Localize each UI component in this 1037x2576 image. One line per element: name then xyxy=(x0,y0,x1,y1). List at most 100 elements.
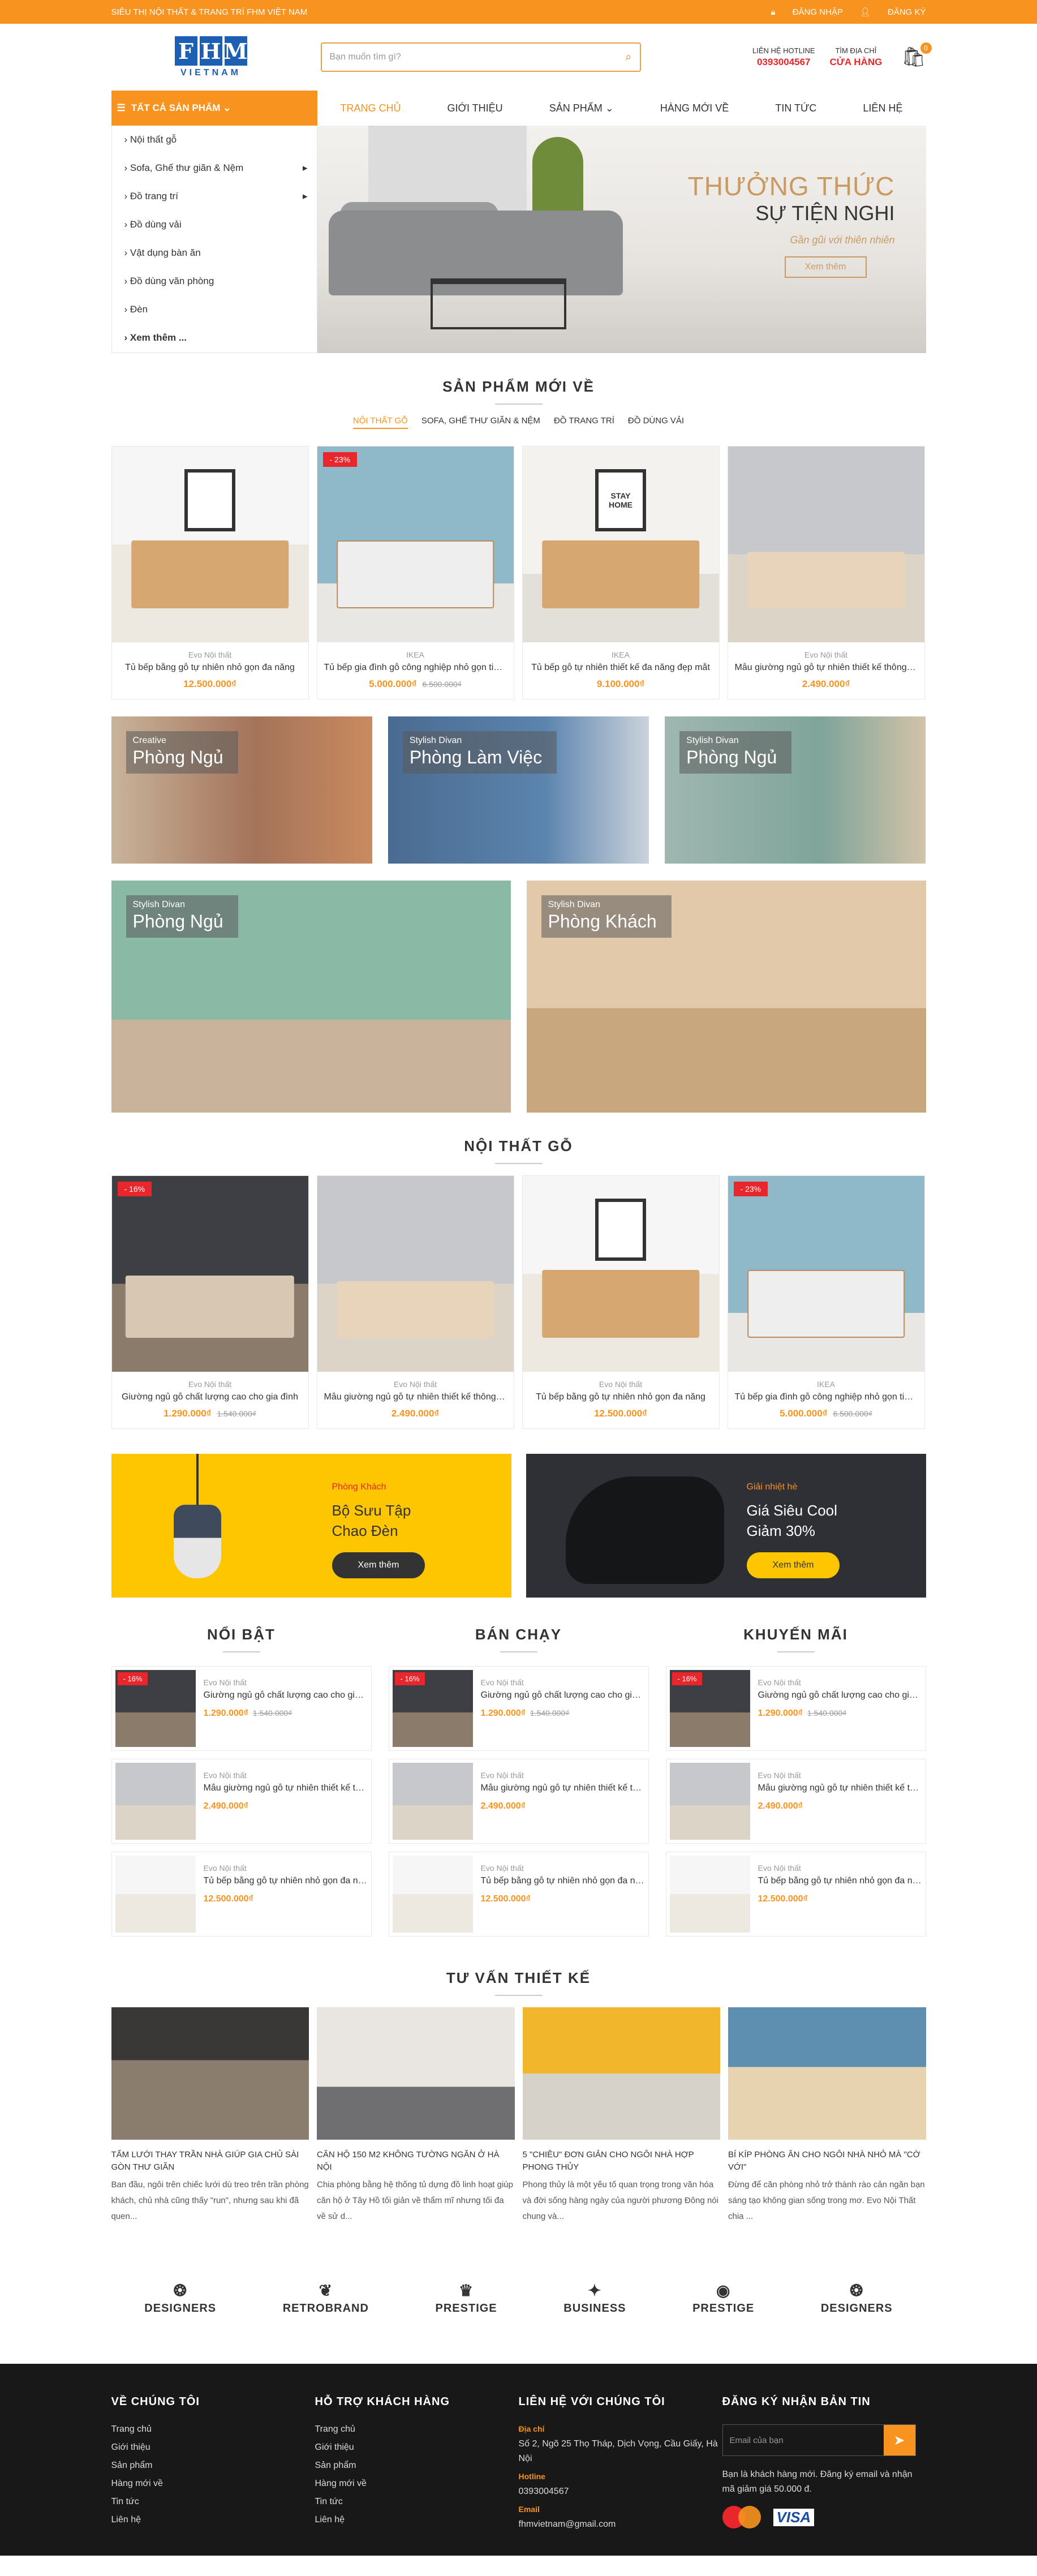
promos-1-big1: Giá Siêu Cool xyxy=(746,1502,837,1519)
room-banner-bedroom[interactable]: Creative Phòng Ngủ xyxy=(111,716,372,864)
list-item[interactable]: - 16% Evo Nội thất Giường ngủ gỗ chất lượn… xyxy=(665,1666,926,1751)
list-item[interactable]: Evo Nội thất Mẫu giường ngủ gỗ tự nhiên t… xyxy=(111,1759,372,1844)
category-item[interactable]: › Vật dụng bàn ăn xyxy=(112,239,317,267)
tab-sofa[interactable]: SOFA, GHẾ THƯ GIÃN & NỆM xyxy=(421,416,540,429)
product-name: Tủ bếp gia đình gỗ công nghiệp nhỏ gọn t… xyxy=(734,1392,918,1402)
new-products-items-3-brand: Evo Nội thất xyxy=(804,650,848,659)
category-item[interactable]: › Nội thất gỗ xyxy=(112,126,317,154)
login-link[interactable]: 🔒︎ ĐĂNG NHẬP xyxy=(771,7,843,17)
news-card[interactable]: BÍ KÍP PHÒNG ĂN CHO NGÔI NHÀ NHỎ MÀ "CỜ … xyxy=(728,2007,926,2225)
category-more[interactable]: › Xem thêm ... xyxy=(112,324,317,352)
old-price: 6.500.000₫ xyxy=(422,680,462,689)
lists-1-items-2-brand: Evo Nội thất xyxy=(480,1864,524,1873)
footer-link[interactable]: Giới thiệu xyxy=(111,2442,315,2453)
sale-badge: - 16% xyxy=(117,1182,152,1196)
menu-about[interactable]: GIỚI THIỆU xyxy=(447,102,503,114)
topbar-login: ĐĂNG NHẬP xyxy=(792,7,843,17)
product-card[interactable]: - 16% Evo Nội thất Giường ngủ gỗ chất lư… xyxy=(111,1175,309,1429)
lists-2-items-1-price: 2.490.000₫ xyxy=(758,1801,803,1811)
footer-link[interactable]: Hàng mới về xyxy=(111,2479,315,2489)
footer-link[interactable]: Liên hệ xyxy=(111,2515,315,2525)
category-item[interactable]: › Đồ dùng văn phòng xyxy=(112,267,317,295)
footer-link[interactable]: Giới thiệu xyxy=(315,2442,519,2453)
footer-email[interactable]: fhmvietnam@gmail.com xyxy=(519,2517,722,2532)
footer-link[interactable]: Tin tức xyxy=(111,2497,315,2507)
news-items-0-desc: Ban đầu, ngôi trên chiếc lưới dù treo tr… xyxy=(111,2180,309,2221)
site-logo[interactable]: FHM VIETNAM xyxy=(167,29,255,85)
footer-link[interactable]: Hàng mới về xyxy=(315,2479,519,2489)
hotline-contact[interactable]: LIÊN HỆ HOTLINE 0393004567 xyxy=(752,46,815,68)
footer-link[interactable]: Trang chủ xyxy=(111,2424,315,2435)
room-banner-bedroom-large[interactable]: Stylish Divan Phòng Ngủ xyxy=(111,881,511,1113)
promo-button[interactable]: Xem thêm xyxy=(746,1552,840,1578)
footer-link[interactable]: Tin tức xyxy=(315,2497,519,2507)
product-card[interactable]: Evo Nội thất Tủ bếp bằng gỗ tự nhiên nhỏ… xyxy=(522,1175,720,1429)
news-card[interactable]: CĂN HỘ 150 M2 KHÔNG TƯỜNG NGĂN Ở HÀ NỘI C… xyxy=(317,2007,515,2225)
news-card[interactable]: TẤM LƯỚI THAY TRẦN NHÀ GIÚP GIA CHỦ SÀI … xyxy=(111,2007,309,2225)
list-item[interactable]: Evo Nội thất Tủ bếp bằng gỗ tự nhiên nhỏ … xyxy=(111,1852,372,1937)
room-banner-office[interactable]: Stylish Divan Phòng Làm Việc xyxy=(388,716,649,864)
tab-fabric[interactable]: ĐỒ DÙNG VẢI xyxy=(628,416,684,429)
list-item[interactable]: Evo Nội thất Tủ bếp bằng gỗ tự nhiên nhỏ … xyxy=(665,1852,926,1937)
footer-link[interactable]: Sản phẩm xyxy=(111,2461,315,2471)
nav-menu-2: SẢN PHẨM xyxy=(549,102,603,114)
send-icon[interactable]: ➤ xyxy=(883,2425,915,2455)
menu-home[interactable]: TRANG CHỦ xyxy=(341,102,401,114)
store-locator[interactable]: TÌM ĐỊA CHỈ CỬA HÀNG xyxy=(830,46,883,68)
category-item[interactable]: › Đồ trang trí ▸ xyxy=(112,182,317,211)
hero-banner[interactable]: THƯỞNG THỨC SỰ TIỆN NGHI Gần gũi với thi… xyxy=(317,126,926,353)
product-card[interactable]: STAY HOME IKEA Tủ bếp gỗ tự nhiên thiết k… xyxy=(522,446,720,699)
footer-link[interactable]: Trang chủ xyxy=(315,2424,519,2435)
categories-1: Sofa, Ghế thư giãn & Nệm xyxy=(130,162,244,173)
footer-link[interactable]: Liên hệ xyxy=(315,2515,519,2525)
lists-0-items-2-name: Tủ bếp bằng gỗ tự nhiên nhỏ gọn đa năng xyxy=(203,1876,368,1886)
all-categories-button[interactable]: ☰ TẤT CẢ SẢN PHẨM ⌄ xyxy=(111,91,317,126)
product-card[interactable]: Evo Nội thất Mẫu giường ngủ gỗ tự nhiên … xyxy=(316,1175,514,1429)
lists-0-items-0-price: 1.290.000₫ xyxy=(203,1708,248,1718)
category-item[interactable]: › Đồ dùng vải xyxy=(112,211,317,239)
search-input[interactable]: Bạn muốn tìm gì? ⌕ xyxy=(320,42,641,72)
menu-new-arrivals[interactable]: HÀNG MỚI VỀ xyxy=(660,102,729,114)
room-banners-1-small: Stylish Divan xyxy=(409,736,462,745)
product-card[interactable]: - 23% IKEA Tủ bếp gia đình gỗ công nghiệ… xyxy=(316,446,514,699)
category-item[interactable]: › Sofa, Ghế thư giãn & Nệm ▸ xyxy=(112,154,317,182)
product-card[interactable]: - 23% IKEA Tủ bếp gia đình gỗ công nghiệ… xyxy=(727,1175,925,1429)
product-card[interactable]: Evo Nội thất Mẫu giường ngủ gỗ tự nhiên … xyxy=(727,446,925,699)
hero-button[interactable]: Xem thêm xyxy=(784,256,867,278)
list-item[interactable]: Evo Nội thất Tủ bếp bằng gỗ tự nhiên nhỏ … xyxy=(388,1852,649,1937)
list-item[interactable]: Evo Nội thất Mẫu giường ngủ gỗ tự nhiên t… xyxy=(388,1759,649,1844)
news-card[interactable]: 5 "CHIÊU" ĐƠN GIẢN CHO NGÔI NHÀ HỢP PHON… xyxy=(522,2007,720,2225)
tab-wood[interactable]: NỘI THẤT GỖ xyxy=(352,416,408,429)
room-banner-living[interactable]: Stylish Divan Phòng Khách xyxy=(526,881,926,1113)
register-link[interactable]: 👤︎ ĐĂNG KÝ xyxy=(860,7,926,17)
search-icon[interactable]: ⌕ xyxy=(625,51,631,64)
newsletter-email-input[interactable]: Email của bạn xyxy=(723,2425,884,2455)
promo-button[interactable]: Xem thêm xyxy=(332,1552,425,1578)
brand-logo[interactable]: ♛ PRESTIGE xyxy=(436,2281,497,2315)
tab-decor[interactable]: ĐỒ TRANG TRÍ xyxy=(554,416,614,429)
product-card[interactable]: Evo Nội thất Tủ bếp bằng gỗ tự nhiên nhỏ… xyxy=(111,446,309,699)
menu-news[interactable]: TIN TỨC xyxy=(775,102,816,114)
menu-products[interactable]: SẢN PHẨM ⌄ xyxy=(549,102,614,114)
promo-lamp-banner[interactable]: Phòng Khách Bộ Sưu Tập Chao Đèn Xem thêm xyxy=(111,1454,511,1598)
wood-items-0-brand: Evo Nội thất xyxy=(188,1380,232,1389)
menu-contact[interactable]: LIÊN HỆ xyxy=(863,102,902,114)
room-banners-0-big: Phòng Ngủ xyxy=(132,747,223,767)
cart-icon[interactable]: 🛍︎ 0 xyxy=(901,42,932,68)
lists-0-items-2-brand: Evo Nội thất xyxy=(203,1864,247,1873)
list-item[interactable]: Evo Nội thất Mẫu giường ngủ gỗ tự nhiên t… xyxy=(665,1759,926,1844)
footer-link[interactable]: Sản phẩm xyxy=(315,2461,519,2471)
list-item[interactable]: - 16% Evo Nội thất Giường ngủ gỗ chất lượn… xyxy=(388,1666,649,1751)
list-item[interactable]: - 16% Evo Nội thất Giường ngủ gỗ chất lượn… xyxy=(111,1666,372,1751)
promo-sale-banner[interactable]: Giải nhiệt hè Giá Siêu Cool Giảm 30% Xem … xyxy=(526,1454,926,1598)
category-item[interactable]: › Đèn xyxy=(112,295,317,324)
hero-subtitle: SỰ TIỆN NGHI xyxy=(755,201,895,225)
brand-logo[interactable]: ❂ DESIGNERS xyxy=(144,2281,216,2315)
brand-logo[interactable]: ❂ DESIGNERS xyxy=(821,2281,893,2315)
brand-logo[interactable]: ✦ BUSINESS xyxy=(563,2281,626,2315)
sale-badge: - 23% xyxy=(733,1182,768,1196)
room-banner-bedroom-2[interactable]: Stylish Divan Phòng Ngủ xyxy=(665,716,926,864)
brand-logo[interactable]: ❦ RETROBRAND xyxy=(283,2281,369,2315)
footer-contact-title: LIÊN HỆ VỚI CHÚNG TÔI xyxy=(518,2395,665,2408)
brand-logo[interactable]: ◉ PRESTIGE xyxy=(692,2281,754,2315)
